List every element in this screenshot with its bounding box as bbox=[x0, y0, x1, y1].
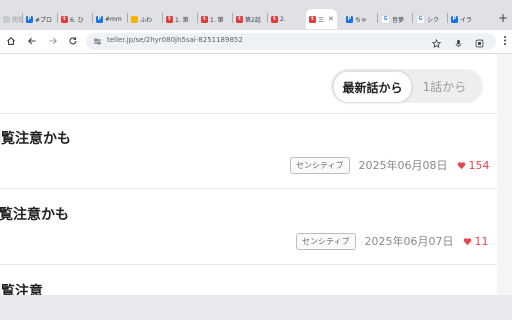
tab-label: シク bbox=[427, 16, 440, 24]
tab-label: #プロ bbox=[35, 16, 53, 24]
like-count-value: 154 bbox=[468, 158, 490, 172]
teller-icon: t bbox=[309, 15, 316, 23]
episode-meta: センシティブ 2025年06月07日 11 bbox=[296, 232, 489, 250]
tab-strip: 閲覧 P #プロ t 6. ひ P #mm ふわ t 1. 第 t 1. 第 t… bbox=[0, 0, 512, 30]
browser-tab[interactable]: t 6. ひ bbox=[61, 9, 84, 29]
episode-title[interactable]: 閲覧注意 bbox=[0, 281, 43, 295]
browser-tab[interactable]: ふわ bbox=[131, 9, 152, 29]
episode-meta: センシティブ 2025年06月08日 154 bbox=[290, 156, 490, 174]
sort-first-label: 1話から bbox=[422, 79, 467, 94]
browser-tab[interactable]: P ちゃ bbox=[346, 9, 367, 29]
back-button[interactable] bbox=[25, 34, 39, 48]
kebab-menu-icon bbox=[504, 35, 506, 45]
browser-tab[interactable]: t 2. bbox=[271, 9, 286, 29]
forward-button[interactable] bbox=[46, 34, 60, 48]
browser-tab[interactable]: P #mm bbox=[96, 9, 122, 29]
browser-tab[interactable]: G シク bbox=[416, 9, 439, 29]
new-tab-button[interactable]: + bbox=[497, 10, 509, 26]
bookmark-button[interactable] bbox=[430, 37, 442, 49]
sensitive-badge: センシティブ bbox=[296, 232, 356, 250]
episode-date: 2025年06月08日 bbox=[358, 159, 448, 172]
divider bbox=[0, 264, 497, 265]
tab-label: 6. ひ bbox=[70, 16, 84, 24]
sensitive-badge: センシティブ bbox=[290, 156, 350, 174]
tab-label: #mm bbox=[105, 15, 122, 23]
yellow-icon bbox=[131, 15, 138, 23]
tab-label: 音夢 bbox=[392, 16, 405, 24]
teller-icon: t bbox=[271, 15, 278, 23]
tab-favicon-icon bbox=[3, 15, 10, 23]
browser-tab[interactable]: G 音夢 bbox=[381, 9, 404, 29]
google-icon: G bbox=[381, 14, 390, 24]
sort-first-button[interactable]: 1話から bbox=[406, 71, 483, 101]
tab-label: ちゃ bbox=[355, 16, 368, 24]
extension-button[interactable] bbox=[473, 37, 485, 49]
browser-tab-active[interactable]: t 三 ✕ bbox=[306, 9, 337, 29]
scrollbar[interactable] bbox=[497, 54, 512, 295]
tab-label: イラ bbox=[460, 16, 473, 24]
home-icon bbox=[7, 37, 15, 45]
heart-icon bbox=[457, 161, 465, 169]
browser-tab[interactable]: 閲覧 bbox=[3, 9, 24, 29]
heart-icon bbox=[463, 237, 471, 245]
divider bbox=[0, 188, 497, 189]
teller-icon: t bbox=[201, 15, 208, 23]
url-text[interactable]: teller.jp/se/2hyr080jh5sai-8251189852 bbox=[107, 36, 243, 44]
tab-label: 2. bbox=[280, 15, 286, 23]
star-icon bbox=[431, 38, 441, 48]
like-count-value: 11 bbox=[474, 234, 489, 248]
site-info-icon[interactable] bbox=[93, 37, 102, 46]
tab-label: 第2話 bbox=[245, 16, 261, 24]
browser-tab[interactable]: t 第2話 bbox=[236, 9, 261, 29]
tab-label: ふわ bbox=[140, 16, 153, 24]
p-icon: P bbox=[451, 15, 458, 23]
browser-tab[interactable]: t 1. 第 bbox=[201, 9, 224, 29]
arrow-right-icon bbox=[49, 37, 57, 45]
sort-toggle: 最新話から 1話から bbox=[331, 69, 483, 103]
p-icon: P bbox=[346, 15, 353, 23]
menu-button[interactable] bbox=[499, 34, 511, 46]
tab-label: 三 bbox=[318, 16, 325, 24]
address-bar[interactable]: teller.jp/se/2hyr080jh5sai-8251189852 bbox=[86, 33, 496, 50]
extension-icon bbox=[475, 39, 483, 47]
p-icon: P bbox=[26, 15, 33, 23]
like-count[interactable]: 11 bbox=[463, 235, 489, 248]
tab-label: 1. 第 bbox=[175, 16, 189, 24]
teller-icon: t bbox=[236, 15, 243, 23]
home-button[interactable] bbox=[4, 34, 18, 48]
episode-date: 2025年06月07日 bbox=[364, 235, 454, 248]
microphone-icon bbox=[455, 39, 461, 47]
reload-icon bbox=[69, 37, 77, 45]
sort-newest-button[interactable]: 最新話から bbox=[333, 71, 412, 103]
like-count[interactable]: 154 bbox=[457, 159, 490, 172]
close-icon[interactable]: ✕ bbox=[328, 15, 334, 23]
voice-search-button[interactable] bbox=[452, 37, 464, 49]
browser-toolbar: teller.jp/se/2hyr080jh5sai-8251189852 bbox=[0, 30, 512, 54]
teller-icon: t bbox=[166, 15, 173, 23]
page-content: 最新話から 1話から 閲覧注意かも センシティブ 2025年06月08日 154… bbox=[0, 54, 497, 295]
reload-button[interactable] bbox=[66, 34, 80, 48]
browser-tab[interactable]: P イラ bbox=[451, 9, 472, 29]
tab-label: 1. 第 bbox=[210, 16, 224, 24]
teller-icon: t bbox=[61, 15, 68, 23]
browser-tab[interactable]: t 1. 第 bbox=[166, 9, 189, 29]
sort-newest-label: 最新話から bbox=[342, 80, 403, 95]
google-icon: G bbox=[416, 14, 425, 24]
arrow-left-icon bbox=[28, 37, 36, 45]
divider bbox=[0, 113, 497, 114]
episode-title[interactable]: 覧注意かも bbox=[0, 204, 69, 224]
episode-title[interactable]: 閲覧注意かも bbox=[0, 128, 71, 148]
browser-tab[interactable]: P #プロ bbox=[26, 9, 52, 29]
p-icon: P bbox=[96, 15, 103, 23]
